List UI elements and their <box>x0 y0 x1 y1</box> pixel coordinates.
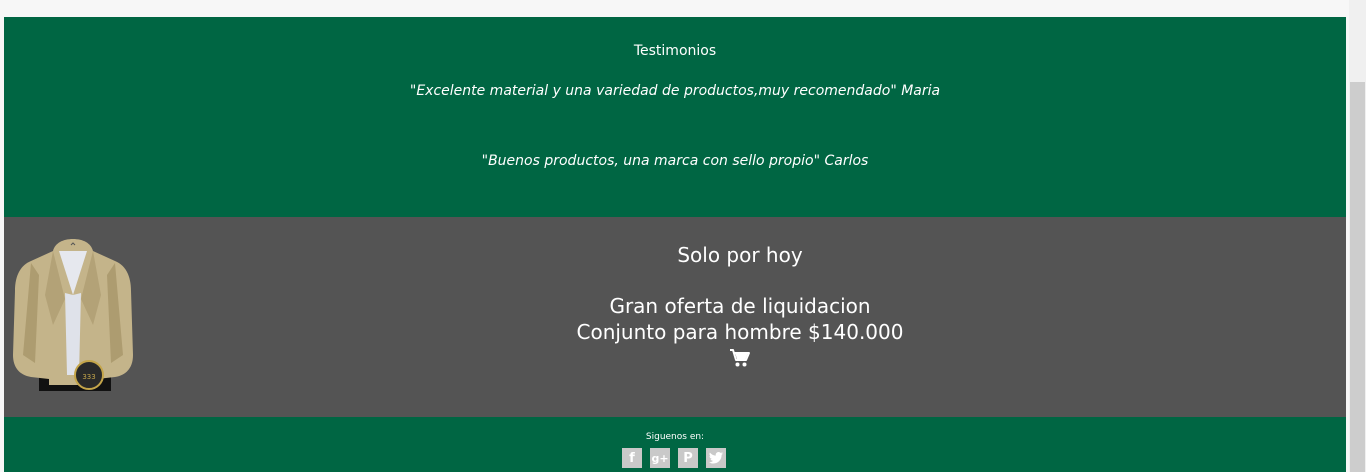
offer-headline: Solo por hoy <box>677 243 803 267</box>
testimonial-quote-maria: "Excelente material y una variedad de pr… <box>409 83 941 99</box>
facebook-icon[interactable]: f <box>622 448 642 468</box>
beige-blazer-image: 333 <box>13 239 133 391</box>
testimonials-title: Testimonios <box>633 43 717 59</box>
svg-text:333: 333 <box>82 373 95 381</box>
vertical-scrollbar-thumb[interactable] <box>1350 82 1365 472</box>
google-plus-icon[interactable]: g+ <box>650 448 670 468</box>
offer-banner: 333 Solo por hoy Gran oferta de liquidac… <box>4 217 1346 417</box>
testimonial-quote-carlos: "Buenos productos, una marca con sello p… <box>481 153 869 169</box>
site-footer: Siguenos en: f g+ P <box>4 417 1346 472</box>
testimonials-section: Testimonios "Excelente material y una va… <box>4 17 1346 217</box>
social-links: f g+ P <box>622 448 726 468</box>
offer-product-price: Conjunto para hombre $140.000 <box>576 320 904 344</box>
twitter-icon[interactable] <box>706 448 726 468</box>
follow-us-label: Siguenos en: <box>645 432 705 442</box>
page-content: Testimonios "Excelente material y una va… <box>4 17 1346 472</box>
pinterest-icon[interactable]: P <box>678 448 698 468</box>
shopping-cart-icon[interactable] <box>729 348 751 368</box>
offer-description: Gran oferta de liquidacion <box>609 294 871 318</box>
